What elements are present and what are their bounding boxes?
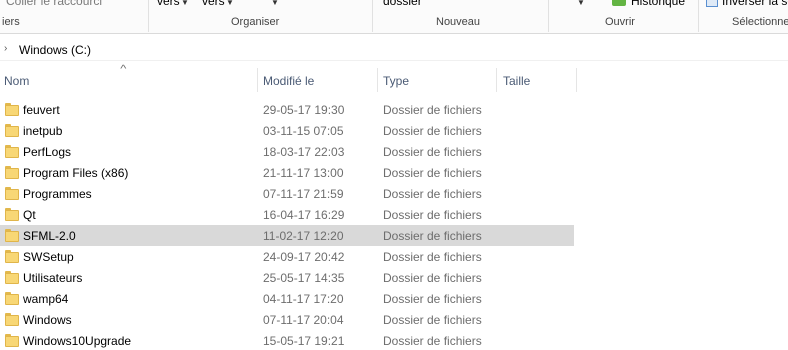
invert-selection-button[interactable]: Inverser la sé (722, 0, 788, 8)
file-type: Dossier de fichiers (383, 208, 482, 222)
file-modified: 03-11-15 07:05 (263, 124, 344, 138)
paste-shortcut-button[interactable]: Coller le raccourci (6, 0, 102, 8)
copy-to-dropdown-icon[interactable]: ▼ (226, 0, 234, 7)
folder-icon (5, 229, 19, 242)
file-type: Dossier de fichiers (383, 124, 482, 138)
file-modified: 11-02-17 12:20 (263, 229, 344, 243)
folder-icon (5, 334, 19, 347)
select-group-label: Sélectionne (732, 16, 788, 28)
file-modified: 25-05-17 14:35 (263, 271, 345, 285)
folder-icon (5, 103, 19, 116)
file-modified: 21-11-17 13:00 (263, 166, 344, 180)
file-modified: 16-04-17 16:29 (263, 208, 345, 222)
file-name: Windows (23, 313, 72, 327)
column-divider[interactable] (576, 68, 577, 92)
file-modified: 15-05-17 19:21 (263, 334, 345, 348)
file-row[interactable]: wamp64 04-11-17 17:20 Dossier de fichier… (0, 288, 574, 309)
file-name: wamp64 (23, 292, 69, 306)
folder-icon (5, 271, 19, 284)
file-modified: 24-09-17 20:42 (263, 250, 345, 264)
file-row[interactable]: feuvert 29-05-17 19:30 Dossier de fichie… (0, 99, 574, 120)
file-modified: 18-03-17 22:03 (263, 145, 345, 159)
folder-icon (5, 124, 19, 137)
folder-icon (5, 250, 19, 263)
history-button[interactable]: Historique (631, 0, 685, 8)
move-to-button[interactable]: vers (157, 0, 180, 8)
file-modified: 07-11-17 21:59 (263, 187, 344, 201)
address-path[interactable]: Windows (C:) (19, 43, 91, 57)
file-type: Dossier de fichiers (383, 334, 482, 348)
new-folder-button[interactable]: dossier (383, 0, 422, 8)
folder-icon (5, 145, 19, 158)
folder-icon (5, 313, 19, 326)
folder-icon (5, 187, 19, 200)
file-row[interactable]: Windows10Upgrade 15-05-17 19:21 Dossier … (0, 330, 574, 350)
open-group-label: Ouvrir (605, 16, 635, 28)
column-header-size[interactable]: Taille (503, 74, 530, 88)
file-row[interactable]: Programmes 07-11-17 21:59 Dossier de fic… (0, 183, 574, 204)
clipboard-group-label: iers (2, 16, 20, 28)
ribbon-divider (148, 0, 149, 32)
file-modified: 04-11-17 17:20 (263, 292, 344, 306)
ribbon: Coller le raccourci vers ▼ vers ▼ ▼ doss… (0, 0, 788, 34)
file-name: feuvert (23, 103, 60, 117)
sort-ascending-icon: ^ (120, 64, 127, 75)
properties-dropdown-icon[interactable]: ▼ (577, 0, 585, 7)
file-type: Dossier de fichiers (383, 187, 482, 201)
copy-to-button[interactable]: vers (202, 0, 225, 8)
folder-icon (5, 166, 19, 179)
file-type: Dossier de fichiers (383, 229, 482, 243)
file-type: Dossier de fichiers (383, 145, 482, 159)
file-row[interactable]: Utilisateurs 25-05-17 14:35 Dossier de f… (0, 267, 574, 288)
file-modified: 29-05-17 19:30 (263, 103, 345, 117)
file-type: Dossier de fichiers (383, 166, 482, 180)
file-type: Dossier de fichiers (383, 103, 482, 117)
address-bar[interactable]: › Windows (C:) (0, 39, 788, 61)
history-icon (612, 0, 626, 6)
chevron-right-icon[interactable]: › (4, 43, 7, 54)
move-to-dropdown-icon[interactable]: ▼ (181, 0, 189, 7)
file-row[interactable]: SWSetup 24-09-17 20:42 Dossier de fichie… (0, 246, 574, 267)
column-header-modified[interactable]: Modifié le (263, 74, 314, 88)
file-row[interactable]: Windows 07-11-17 20:04 Dossier de fichie… (0, 309, 574, 330)
file-type: Dossier de fichiers (383, 292, 482, 306)
column-divider[interactable] (377, 68, 378, 92)
column-header-name[interactable]: Nom (4, 74, 29, 88)
file-row[interactable]: Qt 16-04-17 16:29 Dossier de fichiers (0, 204, 574, 225)
file-name: Qt (23, 208, 36, 222)
file-name: SFML-2.0 (23, 229, 76, 243)
file-row-selected[interactable]: SFML-2.0 11-02-17 12:20 Dossier de fichi… (0, 225, 574, 246)
column-header-type[interactable]: Type (383, 74, 409, 88)
file-row[interactable]: PerfLogs 18-03-17 22:03 Dossier de fichi… (0, 141, 574, 162)
ribbon-divider (548, 0, 549, 32)
file-type: Dossier de fichiers (383, 250, 482, 264)
ribbon-divider (372, 0, 373, 32)
file-name: Programmes (23, 187, 92, 201)
file-name: Program Files (x86) (23, 166, 129, 180)
file-type: Dossier de fichiers (383, 313, 482, 327)
organize-group-label: Organiser (231, 16, 280, 28)
file-row[interactable]: inetpub 03-11-15 07:05 Dossier de fichie… (0, 120, 574, 141)
column-header-row: ^ Nom Modifié le Type Taille (0, 64, 788, 92)
file-name: SWSetup (23, 250, 74, 264)
delete-dropdown-icon[interactable]: ▼ (271, 0, 279, 7)
file-name: Windows10Upgrade (23, 334, 132, 348)
column-divider[interactable] (496, 68, 497, 92)
folder-icon (5, 208, 19, 221)
file-name: Utilisateurs (23, 271, 83, 285)
folder-icon (5, 292, 19, 305)
file-name: PerfLogs (23, 145, 72, 159)
new-group-label: Nouveau (436, 16, 481, 28)
file-name: inetpub (23, 124, 63, 138)
checkbox-icon (706, 0, 718, 7)
ribbon-divider (698, 0, 699, 32)
column-divider[interactable] (257, 68, 258, 92)
file-type: Dossier de fichiers (383, 271, 482, 285)
file-row[interactable]: Program Files (x86) 21-11-17 13:00 Dossi… (0, 162, 574, 183)
file-modified: 07-11-17 20:04 (263, 313, 344, 327)
